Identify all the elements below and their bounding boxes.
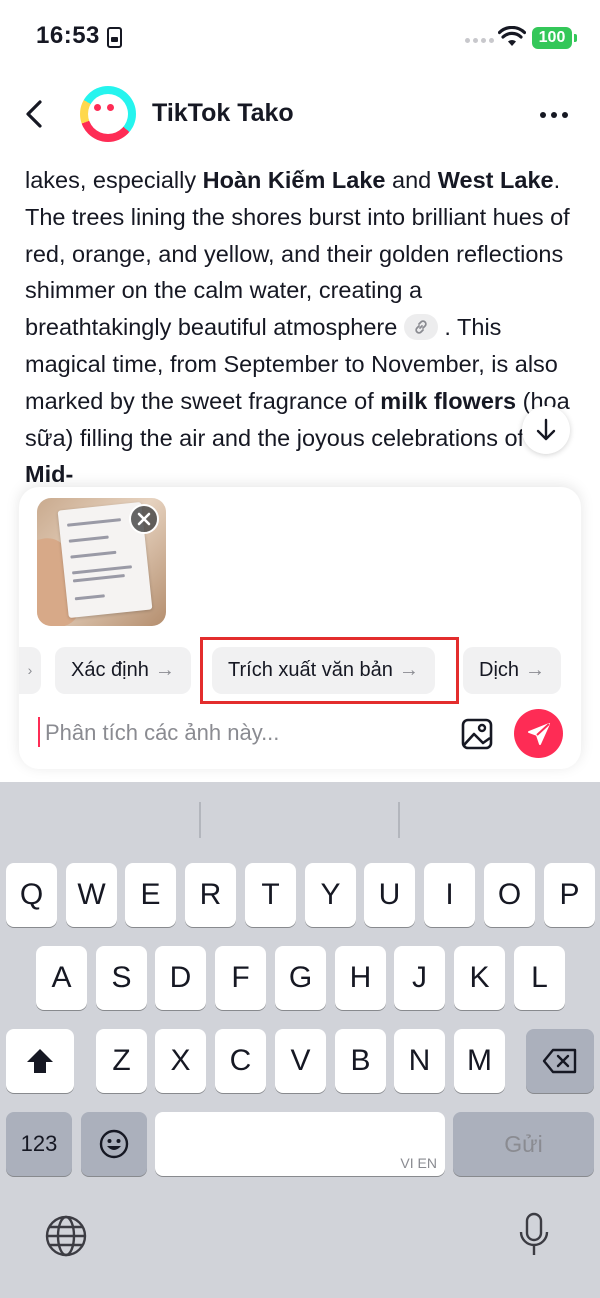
chat-header: TikTok Tako [0, 80, 600, 150]
suggestion-chip-previous[interactable]: › [19, 647, 41, 694]
chip-label: Xác định [71, 659, 149, 681]
key-q[interactable]: Q [6, 863, 57, 927]
chat-title: TikTok Tako [152, 99, 294, 127]
arrow-down-icon [536, 418, 556, 441]
key-o[interactable]: O [484, 863, 535, 927]
link-icon [415, 320, 427, 334]
numbers-key[interactable]: 123 [6, 1112, 72, 1176]
highlight-annotation [200, 637, 459, 704]
globe-icon[interactable] [44, 1214, 88, 1258]
key-r[interactable]: R [185, 863, 236, 927]
space-key[interactable]: VI EN [155, 1112, 445, 1176]
bold-text: Hoàn Kiếm Lake [202, 167, 386, 193]
arrow-right-icon: → [525, 659, 546, 681]
send-key[interactable]: Gửi [453, 1112, 594, 1176]
message-text: lakes, especially Hoàn Kiếm Lake and Wes… [25, 162, 570, 487]
tako-avatar [80, 86, 136, 142]
key-c[interactable]: C [215, 1029, 266, 1093]
key-y[interactable]: Y [305, 863, 356, 927]
key-x[interactable]: X [155, 1029, 206, 1093]
status-bar: 16:53 100 [0, 0, 600, 78]
key-i[interactable]: I [424, 863, 475, 927]
key-t[interactable]: T [245, 863, 296, 927]
shift-key[interactable] [6, 1029, 74, 1093]
assistant-message: lakes, especially Hoàn Kiếm Lake and Wes… [25, 162, 570, 487]
backspace-icon [542, 1048, 577, 1074]
key-z[interactable]: Z [96, 1029, 147, 1093]
shift-icon [27, 1049, 53, 1073]
scroll-to-bottom-button[interactable] [522, 406, 570, 454]
message-input[interactable] [45, 713, 445, 753]
prediction-divider [398, 802, 400, 838]
send-button[interactable] [514, 709, 563, 758]
prediction-divider [199, 802, 201, 838]
send-icon [528, 723, 550, 745]
key-a[interactable]: A [36, 946, 87, 1010]
key-p[interactable]: P [544, 863, 595, 927]
bold-text: Mid- [25, 461, 74, 487]
suggestion-chip-identify[interactable]: Xác định → [55, 647, 191, 694]
key-w[interactable]: W [66, 863, 117, 927]
message-input-row [19, 709, 581, 759]
key-h[interactable]: H [335, 946, 386, 1010]
key-b[interactable]: B [335, 1029, 386, 1093]
text-run: lakes, especially [25, 167, 203, 193]
key-u[interactable]: U [364, 863, 415, 927]
key-f[interactable]: F [215, 946, 266, 1010]
more-options-button[interactable] [540, 112, 568, 118]
emoji-icon [99, 1129, 129, 1159]
key-s[interactable]: S [96, 946, 147, 1010]
key-v[interactable]: V [275, 1029, 326, 1093]
composer-card: › Xác định → Trích xuất văn bản → Dịch → [19, 487, 581, 769]
sim-card-icon [107, 27, 122, 48]
key-m[interactable]: M [454, 1029, 505, 1093]
emoji-key[interactable] [81, 1112, 147, 1176]
bold-text: West Lake [437, 167, 554, 193]
key-g[interactable]: G [275, 946, 326, 1010]
key-n[interactable]: N [394, 1029, 445, 1093]
wifi-icon [498, 26, 526, 46]
language-hint: VI EN [400, 1155, 437, 1171]
cellular-signal-icon [465, 38, 494, 43]
image-icon[interactable] [461, 718, 493, 750]
keyboard: Q W E R T Y U I O P A S D F G H J K L Z … [0, 782, 600, 1298]
text-cursor [38, 717, 40, 747]
key-e[interactable]: E [125, 863, 176, 927]
key-d[interactable]: D [155, 946, 206, 1010]
suggestion-chip-translate[interactable]: Dịch → [463, 647, 562, 694]
source-link-chip[interactable] [403, 314, 438, 341]
chip-label: Dịch [479, 659, 520, 681]
back-button[interactable] [18, 94, 54, 134]
key-l[interactable]: L [514, 946, 565, 1010]
text-run: and [385, 167, 438, 193]
battery-indicator: 100 [532, 27, 577, 49]
remove-image-button[interactable] [129, 504, 159, 534]
close-icon [137, 512, 151, 526]
key-j[interactable]: J [394, 946, 445, 1010]
bold-text: milk flowers [380, 387, 517, 414]
backspace-key[interactable] [526, 1029, 594, 1093]
status-time: 16:53 [36, 22, 100, 49]
microphone-icon[interactable] [518, 1212, 550, 1258]
key-k[interactable]: K [454, 946, 505, 1010]
arrow-right-icon: → [154, 659, 175, 681]
